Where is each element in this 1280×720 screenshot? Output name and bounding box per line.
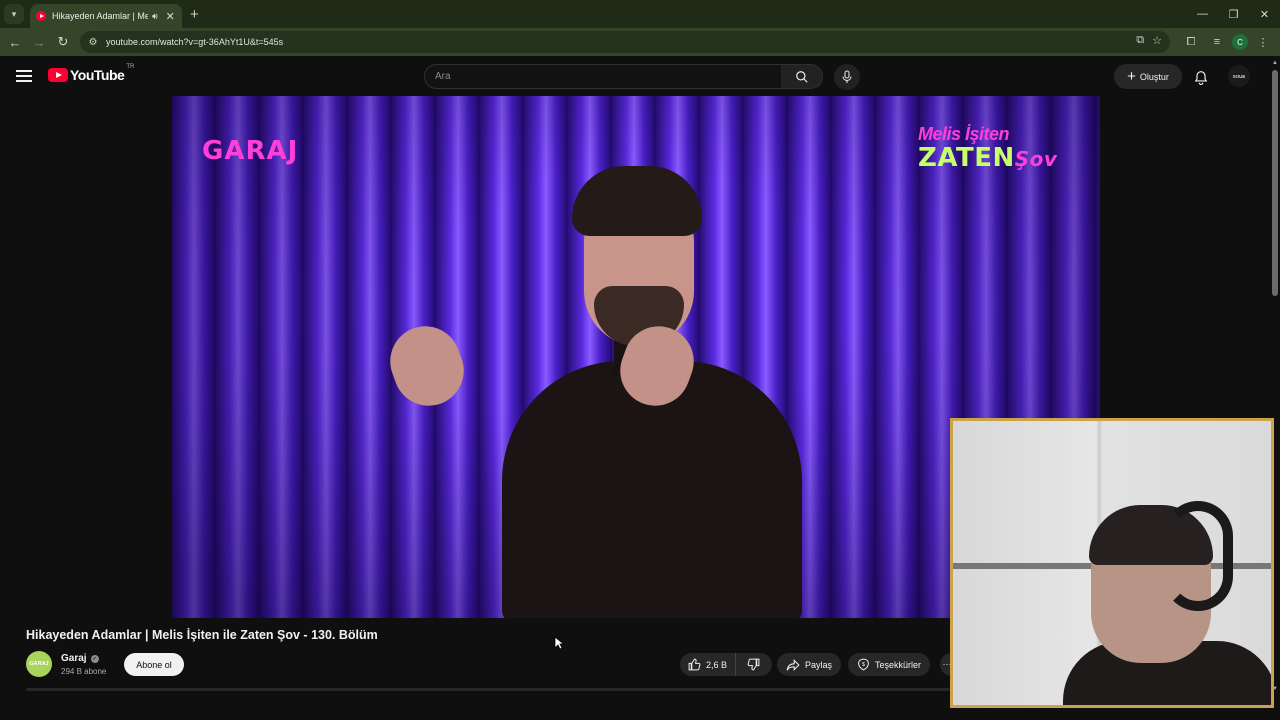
browser-tab-bar: ▾ Hikayeden Adamlar | Melis İşiten ile Z… [0, 0, 1280, 28]
extensions-icon[interactable]: ⧠ [1180, 30, 1202, 54]
like-dislike-group: 2,6 B [680, 653, 772, 676]
thumbs-down-icon [747, 658, 759, 671]
forward-button[interactable]: → [27, 30, 51, 54]
show-logo-line3: Şov [1014, 147, 1058, 171]
account-avatar[interactable]: SOUE [1228, 65, 1250, 87]
bell-icon [1194, 70, 1208, 85]
create-button[interactable]: + Oluştur [1114, 64, 1182, 89]
back-button[interactable]: ← [3, 30, 27, 54]
channel-name[interactable]: Garaj [61, 653, 87, 664]
browser-toolbar: ← → ↻ ⚙ youtube.com/watch?v=gt-36AhYt1U&… [0, 28, 1280, 56]
streamer-webcam-overlay [950, 418, 1274, 708]
show-logo-line1: Melis İşiten [918, 124, 1010, 144]
search-input[interactable] [435, 71, 781, 82]
browser-menu-icon[interactable]: ⋮ [1252, 30, 1274, 54]
svg-text:$: $ [862, 662, 865, 668]
media-controls-icon[interactable]: ≡ [1206, 30, 1228, 54]
divider [26, 688, 950, 691]
create-label: Oluştur [1139, 71, 1169, 82]
like-button[interactable]: 2,6 B [680, 653, 737, 676]
show-logo-line2: ZATEN [918, 143, 1015, 173]
channel-name-row[interactable]: Garaj ✓ [61, 653, 99, 664]
video-overlay-garaj-logo: GARAJ [202, 136, 299, 166]
close-tab-icon[interactable]: ✕ [166, 10, 175, 23]
menu-icon[interactable] [14, 67, 34, 85]
reload-button[interactable]: ↻ [51, 30, 75, 54]
notifications-button[interactable] [1190, 66, 1212, 88]
super-thanks-icon: $ [858, 658, 869, 671]
address-bar[interactable]: ⚙ youtube.com/watch?v=gt-36AhYt1U&t=545s… [80, 31, 1170, 53]
restore-button[interactable]: ❐ [1218, 0, 1249, 28]
like-count: 2,6 B [706, 659, 728, 670]
browser-tab-active[interactable]: Hikayeden Adamlar | Melis İşiten ile Zat… [30, 4, 182, 28]
youtube-favicon-icon [36, 11, 46, 21]
speaker-icon[interactable]: 🔊︎ [152, 11, 158, 22]
close-window-button[interactable]: ✕ [1249, 0, 1280, 28]
window-controls: — ❐ ✕ [1187, 0, 1280, 28]
url-text[interactable]: youtube.com/watch?v=gt-36AhYt1U&t=545s [106, 37, 283, 47]
dislike-button[interactable] [736, 658, 770, 671]
scrollbar-thumb[interactable] [1272, 70, 1278, 296]
country-code: TR [126, 64, 135, 70]
mouse-cursor-icon [554, 636, 564, 650]
thumbs-up-icon [688, 658, 701, 671]
headset-icon [1163, 501, 1233, 611]
search-button[interactable] [781, 64, 823, 89]
thanks-label: Teşekkürler [875, 659, 922, 670]
search-field[interactable] [424, 64, 782, 89]
tab-search-button[interactable]: ▾ [4, 4, 24, 24]
site-info-icon[interactable]: ⚙ [86, 35, 100, 49]
bookmark-star-icon[interactable]: ☆ [1152, 34, 1162, 47]
voice-search-button[interactable] [834, 64, 860, 90]
minimize-button[interactable]: — [1187, 0, 1218, 28]
subscriber-count: 294 B abone [61, 667, 107, 676]
install-app-icon[interactable]: ⧉ [1136, 34, 1144, 47]
profile-avatar[interactable]: C [1232, 34, 1248, 50]
plus-icon: + [1127, 68, 1136, 85]
video-overlay-show-logo: Melis İşiten ZATENŞov [918, 124, 1078, 173]
youtube-logo[interactable]: YouTube TR [48, 64, 135, 83]
share-button[interactable]: Paylaş [777, 653, 842, 676]
scroll-up-arrow-icon[interactable]: ▲ [1272, 60, 1278, 66]
video-title: Hikayeden Adamlar | Melis İşiten ile Zat… [26, 628, 378, 642]
share-label: Paylaş [805, 659, 833, 670]
microphone-icon [842, 70, 852, 83]
channel-avatar[interactable]: GARAJ [26, 651, 52, 677]
search-icon [795, 70, 808, 83]
thanks-button[interactable]: $ Teşekkürler [848, 653, 931, 676]
youtube-play-icon [48, 68, 68, 82]
youtube-header: YouTube TR +Oluştur SOUE [0, 56, 1270, 96]
new-tab-button[interactable]: + [190, 6, 199, 23]
tab-title: Hikayeden Adamlar | Melis İşiten ile Zat… [52, 11, 148, 21]
youtube-logo-text: YouTube [70, 67, 125, 83]
verified-icon: ✓ [90, 654, 99, 663]
share-icon [786, 658, 800, 671]
subscribe-button[interactable]: Abone ol [124, 653, 184, 676]
